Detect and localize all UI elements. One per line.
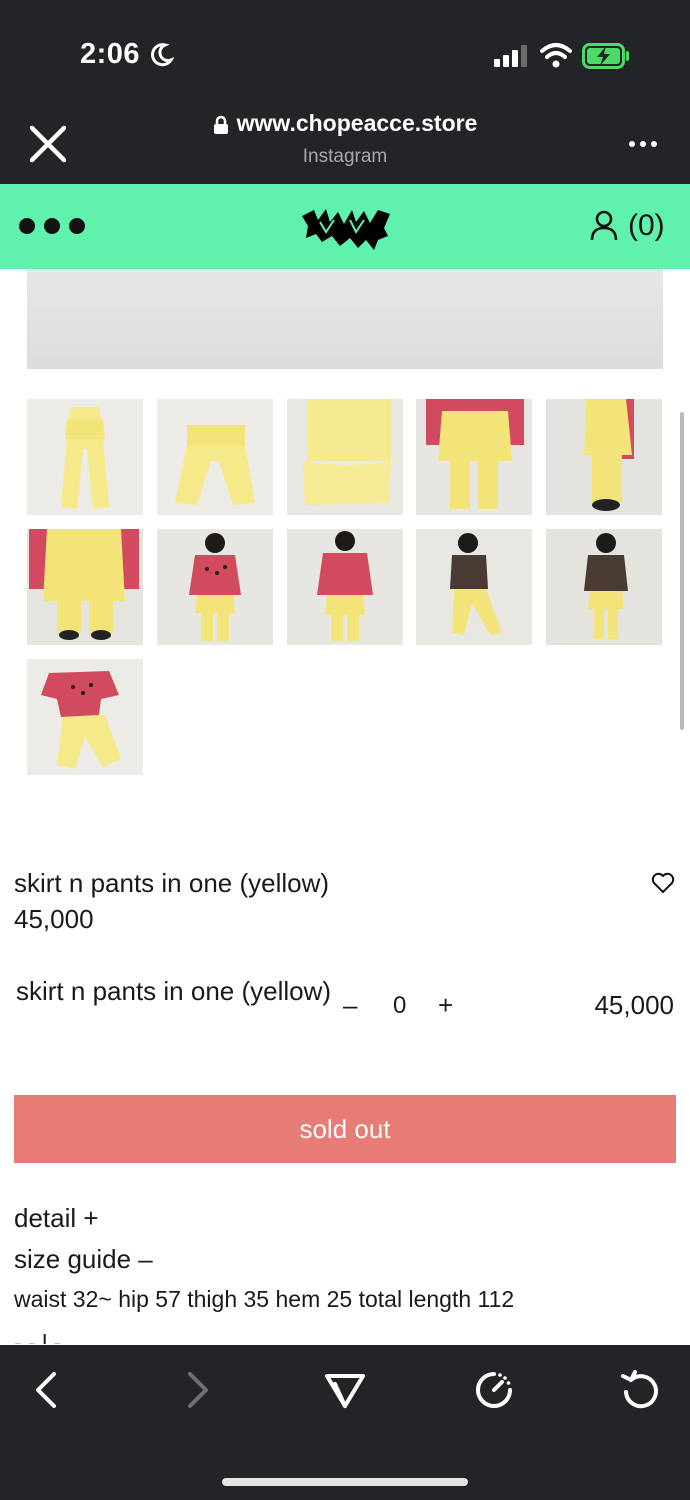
thumbnail-6[interactable]	[27, 529, 143, 645]
quantity-decrease-button[interactable]: –	[343, 990, 357, 1021]
size-guide-toggle[interactable]: size guide –	[14, 1244, 153, 1275]
product-title: skirt n pants in one (yellow)	[14, 868, 330, 898]
sold-out-button[interactable]: sold out	[14, 1095, 676, 1163]
wifi-icon	[540, 43, 572, 68]
reload-icon[interactable]	[617, 1366, 665, 1414]
detail-toggle[interactable]: detail +	[14, 1203, 99, 1234]
size-guide-text: waist 32~ hip 57 thigh 35 hem 25 total l…	[14, 1286, 515, 1312]
thumbnail-1[interactable]	[27, 399, 143, 515]
browser-top-bar: 2:06 www.chopeacce.store Instagram	[0, 0, 690, 184]
quantity-increase-button[interactable]: +	[438, 990, 453, 1021]
url-text: www.chopeacce.store	[236, 110, 478, 136]
thumbnail-7[interactable]	[157, 529, 273, 645]
lock-icon	[213, 115, 228, 134]
thumbnail-3[interactable]	[287, 399, 403, 515]
speed-icon[interactable]	[470, 1366, 518, 1414]
share-icon[interactable]	[321, 1366, 369, 1414]
moon-icon	[151, 43, 174, 67]
more-options-icon[interactable]	[628, 138, 658, 150]
thumbnail-8[interactable]	[287, 529, 403, 645]
cellular-signal-icon	[494, 45, 527, 67]
option-price: 45,000	[594, 990, 674, 1020]
url-display[interactable]: www.chopeacce.store	[0, 110, 690, 137]
main-product-image[interactable]	[27, 269, 663, 369]
brand-logo[interactable]	[300, 206, 392, 252]
forward-icon[interactable]	[172, 1366, 220, 1414]
menu-dots-icon[interactable]	[18, 216, 86, 236]
thumbnail-2[interactable]	[157, 399, 273, 515]
option-name: skirt n pants in one (yellow)	[16, 976, 332, 1006]
thumbnail-4[interactable]	[416, 399, 532, 515]
back-icon[interactable]	[24, 1366, 72, 1414]
status-time: 2:06	[80, 38, 141, 70]
account-cart[interactable]: (0)	[590, 206, 665, 246]
cut-off-text: - - l -	[14, 1330, 62, 1344]
cart-count: (0)	[628, 209, 665, 242]
thumbnail-5[interactable]	[546, 399, 662, 515]
thumbnail-10[interactable]	[546, 529, 662, 645]
home-indicator[interactable]	[222, 1478, 468, 1486]
product-price: 45,000	[14, 904, 94, 934]
page-scrollbar[interactable]	[680, 412, 684, 730]
thumbnail-9[interactable]	[416, 529, 532, 645]
user-icon	[590, 210, 618, 241]
battery-charging-icon	[582, 43, 629, 69]
quantity-value: 0	[393, 992, 407, 1019]
heart-icon[interactable]	[651, 872, 675, 894]
thumbnail-11[interactable]	[27, 659, 143, 775]
url-source: Instagram	[302, 146, 388, 167]
